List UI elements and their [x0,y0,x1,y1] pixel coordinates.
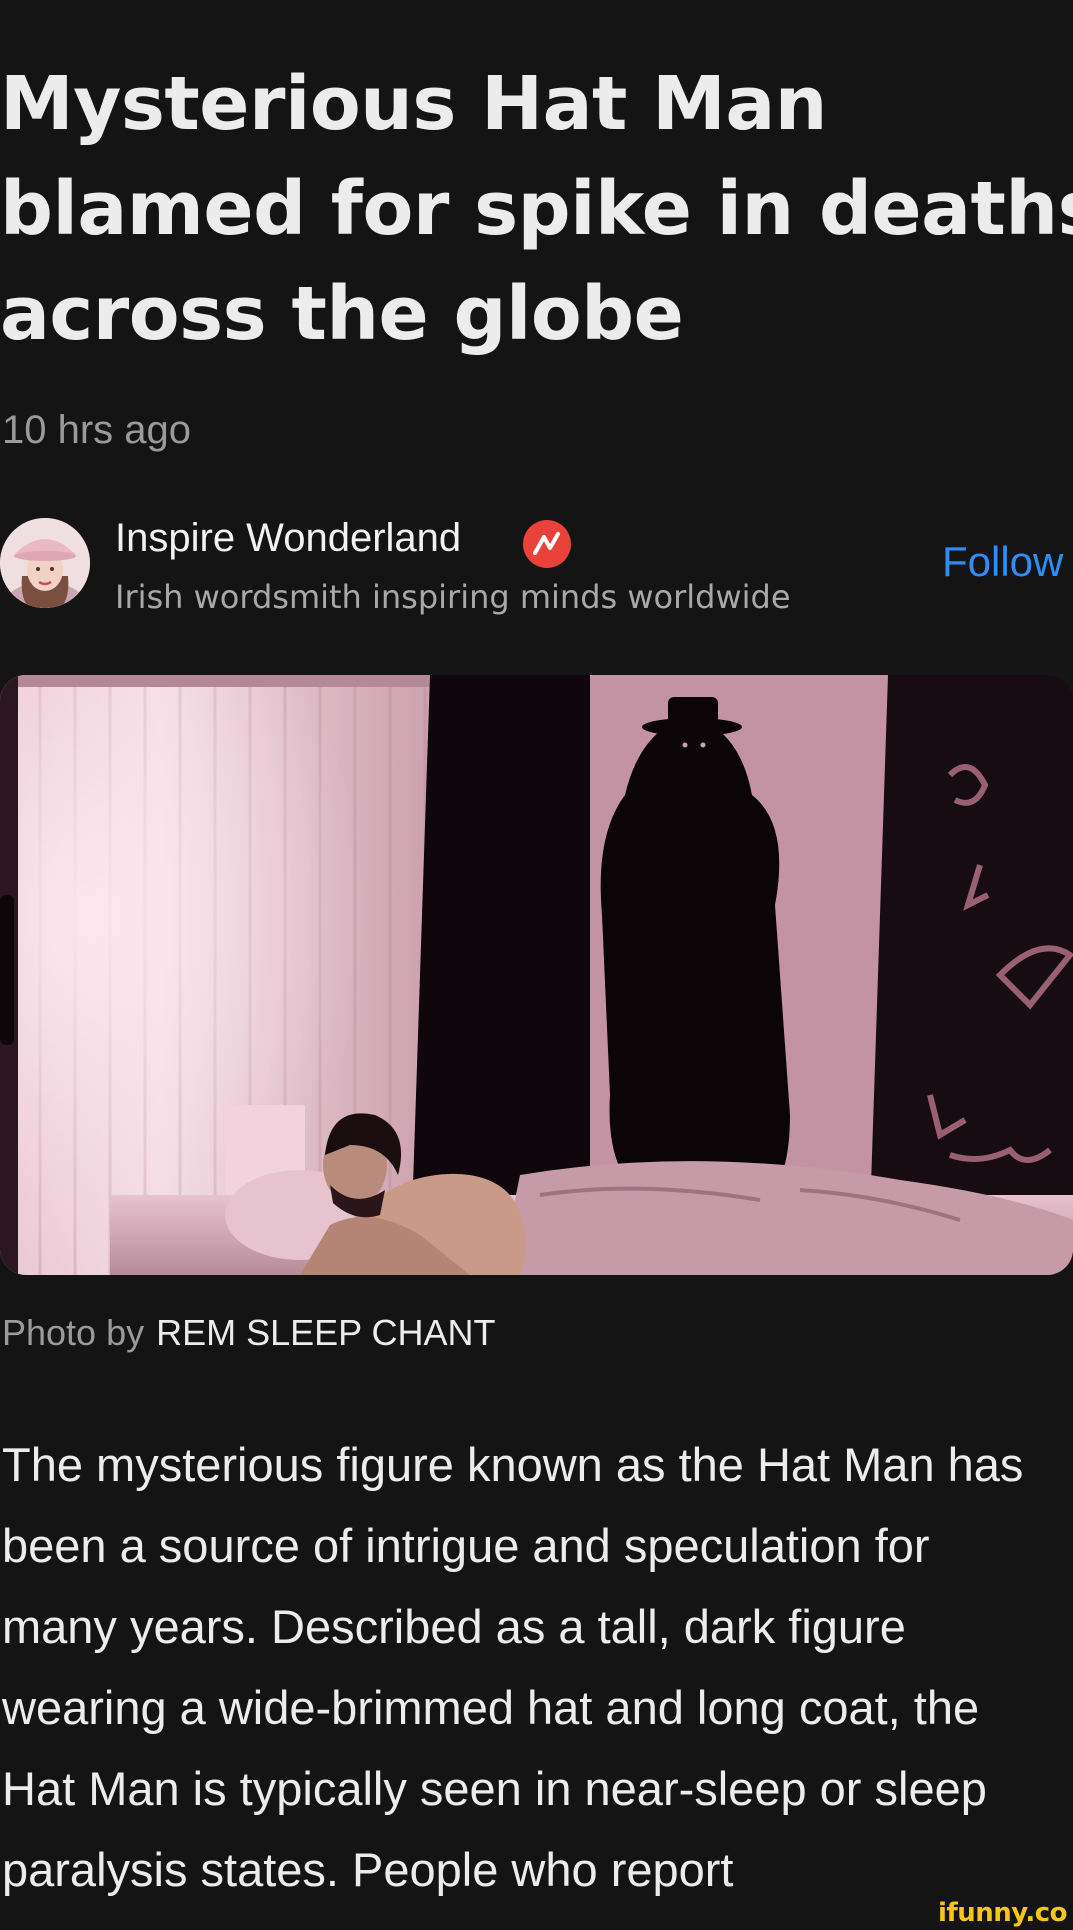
photo-credit-label: Photo by [2,1312,145,1353]
author-name[interactable]: Inspire Wonderland [115,516,461,561]
body-line: been a source of intrigue and speculatio… [2,1519,930,1572]
ifunny-watermark: ifunny.co [938,1898,1067,1928]
article-photo[interactable] [0,675,1073,1275]
body-line: paralysis states. People who report [2,1843,734,1896]
photo-credit: Photo by REM SLEEP CHANT [2,1312,496,1354]
author-row: Inspire Wonderland Irish wordsmith inspi… [0,516,1073,616]
article-timestamp: 10 hrs ago [2,408,192,452]
body-line: Hat Man is typically seen in near-sleep … [2,1762,987,1815]
article-body: The mysterious figure known as the Hat M… [2,1424,1073,1910]
headline-line: Mysterious Hat Man [0,61,827,147]
author-tagline: Irish wordsmith inspiring minds worldwid… [115,578,791,616]
headline-line: across the globe [0,271,684,357]
body-line: The mysterious figure known as the Hat M… [2,1438,1024,1491]
photo-credit-name[interactable]: REM SLEEP CHANT [156,1312,495,1353]
author-avatar[interactable] [0,518,90,608]
verified-badge-icon [523,520,571,568]
article-headline: Mysterious Hat Man blamed for spike in d… [0,52,1073,367]
body-line: wearing a wide-brimmed hat and long coat… [2,1681,980,1734]
headline-line: blamed for spike in deaths [0,166,1073,252]
follow-button[interactable]: Follow [942,538,1063,586]
body-line: many years. Described as a tall, dark fi… [2,1600,906,1653]
